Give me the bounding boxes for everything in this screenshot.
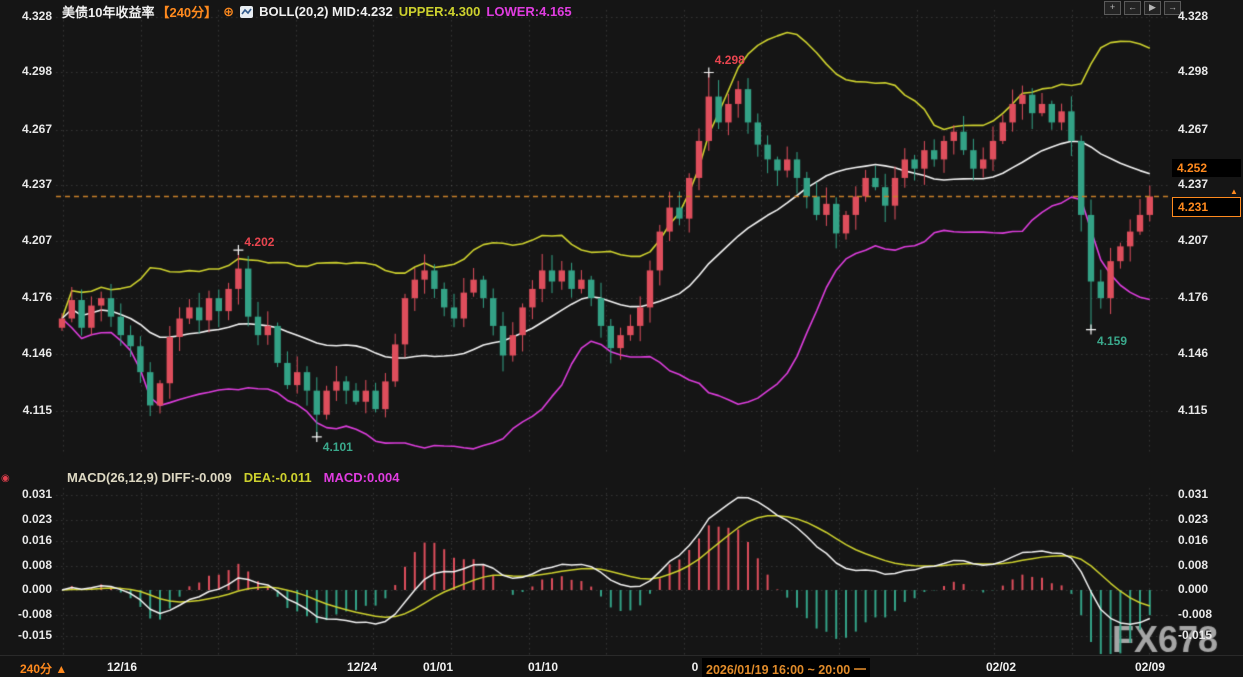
time-tick-label: 02/02 — [986, 660, 1016, 674]
macd-main-label: MACD(26,12,9) DIFF:-0.009 — [67, 470, 232, 485]
extreme-price-annotation: 4.202 — [244, 235, 274, 249]
time-axis: 240分 ▲ 12/16 12/24 01/01 01/10 0 02/02 02/09 20… — [0, 655, 1243, 677]
prev-close-badge: 4.252 — [1172, 159, 1241, 177]
macd-tick-label: 0.031 — [0, 487, 52, 501]
add-indicator-icon[interactable]: ⊕ — [223, 4, 234, 20]
price-tick-label: 4.176 — [0, 290, 52, 304]
macd-tick-label: 0.016 — [0, 533, 52, 547]
macd-tick-label: -0.015 — [1178, 628, 1212, 642]
pan-left-icon[interactable]: ← — [1124, 1, 1141, 15]
extreme-price-annotation: 4.101 — [323, 440, 353, 454]
price-marker-triangle-icon: ▲ — [1230, 187, 1238, 196]
indicator-toggle-icon[interactable]: ◉ — [1, 473, 10, 484]
price-tick-label: 4.237 — [0, 177, 52, 191]
indicator-chart-icon — [240, 6, 253, 18]
price-tick-label: 4.146 — [0, 346, 52, 360]
macd-tick-label: 0.000 — [0, 582, 52, 596]
boll-lower-label: LOWER:4.165 — [486, 4, 571, 19]
interval-arrow-icon: ▲ — [55, 662, 67, 676]
price-tick-label: 4.298 — [0, 64, 52, 78]
chart-canvas[interactable] — [0, 0, 1243, 677]
crosshair-tool-icon[interactable]: + — [1104, 1, 1121, 15]
interval-selector[interactable]: 240分 ▲ — [20, 660, 67, 677]
macd-tick-label: 0.023 — [1178, 512, 1208, 526]
time-tick-label: 12/24 — [347, 660, 377, 674]
macd-tick-label: 0.000 — [1178, 582, 1208, 596]
macd-tick-label: 0.008 — [0, 558, 52, 572]
macd-tick-label: -0.015 — [0, 628, 52, 642]
boll-upper-label: UPPER:4.300 — [399, 4, 481, 19]
time-tick-label: 0 — [692, 660, 699, 674]
extreme-price-annotation: 4.159 — [1097, 334, 1127, 348]
price-tick-label: 4.328 — [1178, 9, 1208, 23]
chart-app: 美债10年收益率 【240分】 ⊕ BOLL(20,2) MID:4.232 U… — [0, 0, 1243, 677]
price-tick-label: 4.298 — [1178, 64, 1208, 78]
price-tick-label: 4.328 — [0, 9, 52, 23]
price-tick-label: 4.267 — [1178, 122, 1208, 136]
chart-toolbar: +←▶→ — [1104, 1, 1181, 15]
session-tooltip-badge: 2026/01/19 16:00 ~ 20:00 一 — [702, 658, 870, 677]
macd-tick-label: 0.016 — [1178, 533, 1208, 547]
price-tick-label: 4.115 — [1178, 403, 1207, 417]
auto-play-icon[interactable]: ▶ — [1144, 1, 1161, 15]
macd-tick-label: 0.031 — [1178, 487, 1208, 501]
macd-tick-label: -0.008 — [1178, 607, 1212, 621]
price-tick-label: 4.146 — [1178, 346, 1208, 360]
macd-tick-label: 0.008 — [1178, 558, 1208, 572]
price-tick-label: 4.207 — [1178, 233, 1208, 247]
interval-label[interactable]: 【240分】 — [156, 2, 217, 21]
time-tick-label: 12/16 — [107, 660, 137, 674]
symbol-title: 美债10年收益率 — [62, 2, 154, 21]
macd-tick-label: -0.008 — [0, 607, 52, 621]
time-tick-label: 01/10 — [528, 660, 558, 674]
chart-title-bar: 美债10年收益率 【240分】 ⊕ BOLL(20,2) MID:4.232 U… — [62, 2, 572, 21]
macd-tick-label: 0.023 — [0, 512, 52, 526]
extreme-price-annotation: 4.298 — [715, 53, 745, 67]
macd-dea-label: DEA:-0.011 — [244, 470, 312, 485]
macd-macd-label: MACD:0.004 — [324, 470, 400, 485]
price-tick-label: 4.115 — [0, 403, 52, 417]
macd-header: MACD(26,12,9) DIFF:-0.009 DEA:-0.011 MAC… — [67, 470, 400, 485]
price-tick-label: 4.267 — [0, 122, 52, 136]
time-tick-label: 01/01 — [423, 660, 453, 674]
last-price-badge: 4.231 — [1172, 197, 1241, 217]
price-tick-label: 4.237 — [1178, 177, 1208, 191]
time-tick-label: 02/09 — [1135, 660, 1165, 674]
price-tick-label: 4.176 — [1178, 290, 1208, 304]
price-tick-label: 4.207 — [0, 233, 52, 247]
boll-mid-label: BOLL(20,2) MID:4.232 — [259, 4, 393, 19]
